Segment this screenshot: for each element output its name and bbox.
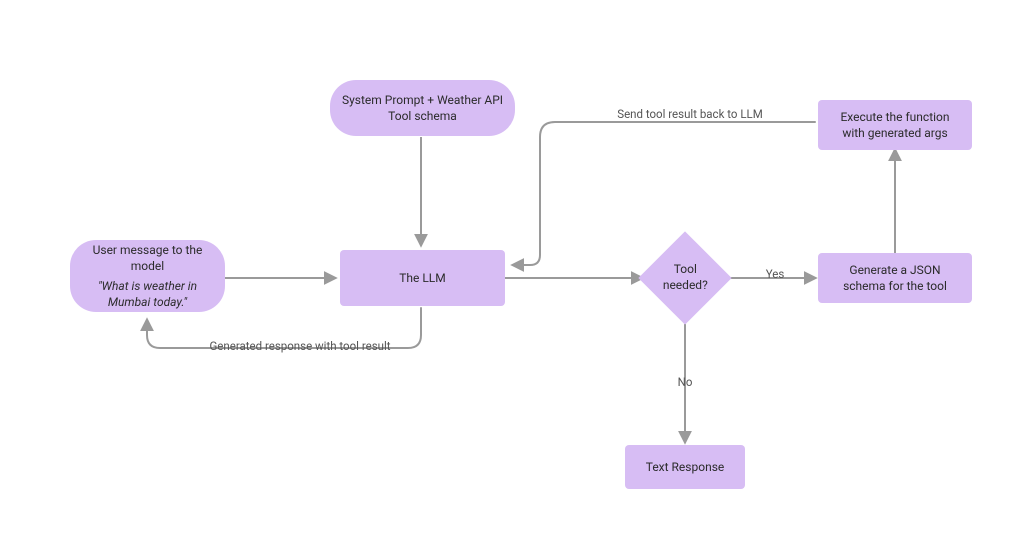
node-text-response: Text Response: [625, 445, 745, 489]
node-execute-function: Execute the function with generated args: [818, 100, 972, 150]
edge-label-no: No: [670, 375, 700, 389]
llm-text: The LLM: [399, 270, 446, 286]
node-llm: The LLM: [340, 250, 505, 306]
edge-label-yes: Yes: [760, 267, 790, 281]
node-generate-schema: Generate a JSON schema for the tool: [818, 253, 972, 303]
user-message-title: User message to the model: [80, 242, 215, 274]
decision-text: Tool needed?: [652, 262, 718, 293]
user-message-quote: "What is weather in Mumbai today.": [80, 278, 215, 310]
text-response-text: Text Response: [646, 459, 725, 475]
node-system-prompt: System Prompt + Weather API Tool schema: [330, 80, 515, 136]
edge-label-generated-response: Generated response with tool result: [185, 339, 415, 353]
edge-label-send-back: Send tool result back to LLM: [590, 107, 790, 121]
node-user-message: User message to the model "What is weath…: [70, 240, 225, 312]
execute-function-text: Execute the function with generated args: [828, 109, 962, 141]
generate-schema-text: Generate a JSON schema for the tool: [828, 262, 962, 294]
node-decision-tool-needed: Tool needed?: [638, 231, 731, 324]
system-prompt-text: System Prompt + Weather API Tool schema: [340, 92, 505, 124]
